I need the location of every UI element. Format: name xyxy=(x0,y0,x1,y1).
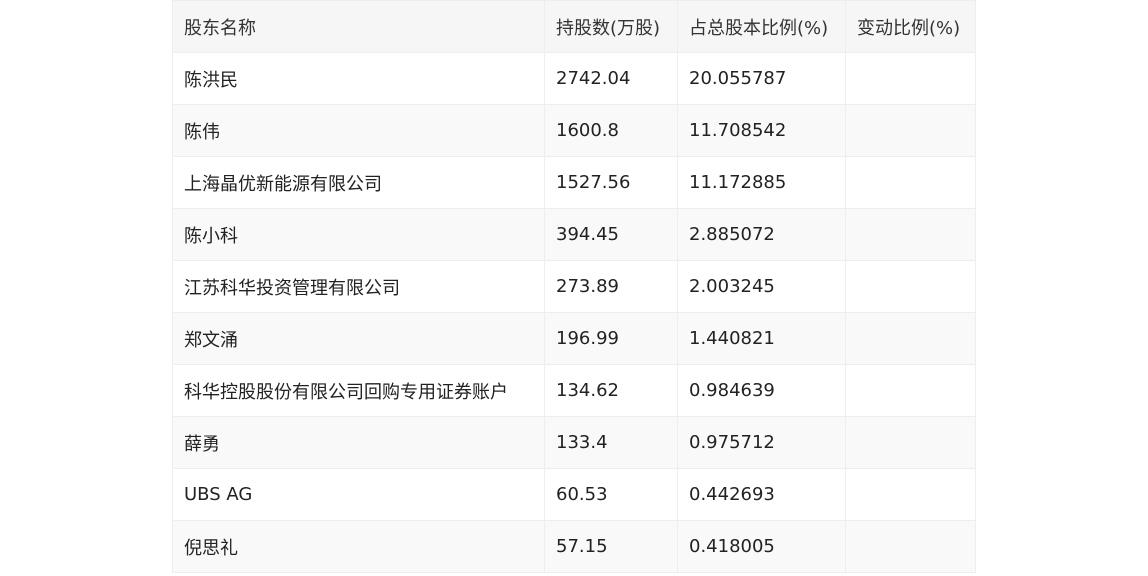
cell-shares-held: 2742.04 xyxy=(544,52,678,105)
table-body: 陈洪民 2742.04 20.055787 陈伟 1600.8 11.70854… xyxy=(172,52,976,573)
cell-shareholder-name: 陈伟 xyxy=(172,104,545,157)
cell-change-ratio xyxy=(845,520,976,573)
cell-share-ratio: 20.055787 xyxy=(677,52,846,105)
cell-shareholder-name: 上海晶优新能源有限公司 xyxy=(172,156,545,209)
cell-change-ratio xyxy=(845,416,976,469)
table-row: 郑文涌 196.99 1.440821 xyxy=(172,312,976,365)
table-row: 上海晶优新能源有限公司 1527.56 11.172885 xyxy=(172,156,976,209)
cell-shares-held: 1600.8 xyxy=(544,104,678,157)
cell-change-ratio xyxy=(845,104,976,157)
cell-share-ratio: 2.003245 xyxy=(677,260,846,313)
cell-change-ratio xyxy=(845,156,976,209)
cell-change-ratio xyxy=(845,52,976,105)
shareholder-table-container: 股东名称 持股数(万股) 占总股本比例(%) 变动比例(%) 陈洪民 2742.… xyxy=(172,0,976,573)
header-change-ratio: 变动比例(%) xyxy=(845,0,976,53)
header-shares-held: 持股数(万股) xyxy=(544,0,678,53)
cell-shareholder-name: 郑文涌 xyxy=(172,312,545,365)
cell-share-ratio: 2.885072 xyxy=(677,208,846,261)
cell-shares-held: 196.99 xyxy=(544,312,678,365)
cell-shares-held: 57.15 xyxy=(544,520,678,573)
cell-change-ratio xyxy=(845,312,976,365)
table-row: UBS AG 60.53 0.442693 xyxy=(172,468,976,521)
cell-shares-held: 60.53 xyxy=(544,468,678,521)
cell-shareholder-name: 薛勇 xyxy=(172,416,545,469)
header-share-ratio: 占总股本比例(%) xyxy=(677,0,846,53)
cell-shares-held: 273.89 xyxy=(544,260,678,313)
table-row: 陈洪民 2742.04 20.055787 xyxy=(172,52,976,105)
cell-share-ratio: 1.440821 xyxy=(677,312,846,365)
table-row: 科华控股股份有限公司回购专用证券账户 134.62 0.984639 xyxy=(172,364,976,417)
cell-change-ratio xyxy=(845,468,976,521)
header-shareholder-name: 股东名称 xyxy=(172,0,545,53)
cell-shareholder-name: 陈小科 xyxy=(172,208,545,261)
cell-shares-held: 394.45 xyxy=(544,208,678,261)
table-row: 薛勇 133.4 0.975712 xyxy=(172,416,976,469)
cell-share-ratio: 0.418005 xyxy=(677,520,846,573)
cell-share-ratio: 11.708542 xyxy=(677,104,846,157)
cell-change-ratio xyxy=(845,364,976,417)
cell-shares-held: 134.62 xyxy=(544,364,678,417)
cell-share-ratio: 11.172885 xyxy=(677,156,846,209)
cell-change-ratio xyxy=(845,208,976,261)
cell-shareholder-name: UBS AG xyxy=(172,468,545,521)
cell-share-ratio: 0.975712 xyxy=(677,416,846,469)
cell-shareholder-name: 江苏科华投资管理有限公司 xyxy=(172,260,545,313)
header-row: 股东名称 持股数(万股) 占总股本比例(%) 变动比例(%) xyxy=(172,0,976,53)
cell-share-ratio: 0.442693 xyxy=(677,468,846,521)
table-row: 陈小科 394.45 2.885072 xyxy=(172,208,976,261)
table-row: 倪思礼 57.15 0.418005 xyxy=(172,520,976,573)
cell-share-ratio: 0.984639 xyxy=(677,364,846,417)
cell-shares-held: 1527.56 xyxy=(544,156,678,209)
table-row: 江苏科华投资管理有限公司 273.89 2.003245 xyxy=(172,260,976,313)
cell-change-ratio xyxy=(845,260,976,313)
table-row: 陈伟 1600.8 11.708542 xyxy=(172,104,976,157)
cell-shareholder-name: 科华控股股份有限公司回购专用证券账户 xyxy=(172,364,545,417)
cell-shareholder-name: 倪思礼 xyxy=(172,520,545,573)
shareholder-table: 股东名称 持股数(万股) 占总股本比例(%) 变动比例(%) 陈洪民 2742.… xyxy=(172,0,976,573)
table-header: 股东名称 持股数(万股) 占总股本比例(%) 变动比例(%) xyxy=(172,0,976,53)
cell-shareholder-name: 陈洪民 xyxy=(172,52,545,105)
cell-shares-held: 133.4 xyxy=(544,416,678,469)
